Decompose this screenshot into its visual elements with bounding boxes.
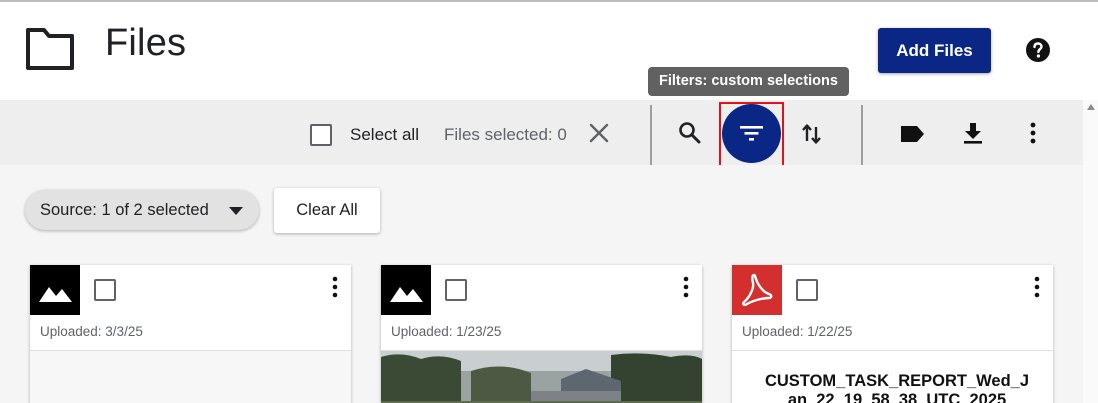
download-icon[interactable] xyxy=(960,120,986,146)
file-preview[interactable] xyxy=(30,351,351,403)
file-card-checkbox[interactable] xyxy=(94,279,116,301)
folder-icon xyxy=(26,28,74,70)
pdf-icon xyxy=(732,265,782,315)
file-card-checkbox[interactable] xyxy=(796,279,818,301)
card-divider xyxy=(732,350,1053,351)
add-files-button[interactable]: Add Files xyxy=(878,28,991,73)
search-icon[interactable] xyxy=(677,120,703,146)
toolbar-divider xyxy=(861,105,863,165)
source-filter-chip[interactable]: Source: 1 of 2 selected xyxy=(25,190,259,230)
tag-icon[interactable] xyxy=(899,121,925,147)
sort-icon[interactable] xyxy=(799,121,825,147)
scrollbar[interactable] xyxy=(1083,100,1098,403)
page-title: Files xyxy=(105,22,187,64)
file-card-checkbox[interactable] xyxy=(445,279,467,301)
more-vert-icon[interactable] xyxy=(327,275,343,299)
upload-date: Uploaded: 1/23/25 xyxy=(391,324,502,339)
clear-all-button[interactable]: Clear All xyxy=(274,188,380,233)
close-icon[interactable] xyxy=(588,122,610,144)
file-card[interactable]: Uploaded: 3/3/25 xyxy=(30,265,351,403)
file-card[interactable]: Uploaded: 1/23/25 xyxy=(381,265,702,403)
photo-thumbnail[interactable] xyxy=(381,351,702,403)
filter-highlight-box xyxy=(719,102,784,168)
more-vert-icon[interactable] xyxy=(678,275,694,299)
image-icon xyxy=(381,265,431,315)
more-vert-icon[interactable] xyxy=(1029,275,1045,299)
help-icon[interactable] xyxy=(1025,37,1051,63)
toolbar-divider xyxy=(650,105,652,165)
upload-date: Uploaded: 3/3/25 xyxy=(40,324,143,339)
select-all-label[interactable]: Select all xyxy=(350,125,419,145)
file-toolbar: Select all Files selected: 0 xyxy=(0,100,1083,168)
chevron-down-icon xyxy=(229,207,243,215)
filter-tooltip: Filters: custom selections xyxy=(648,67,849,96)
scroll-up-arrow-icon[interactable] xyxy=(1086,103,1096,111)
more-vert-icon[interactable] xyxy=(1020,120,1046,146)
file-title[interactable]: CUSTOM_TASK_REPORT_Wed_Jan_22_19_58_38_U… xyxy=(762,372,1032,403)
image-icon xyxy=(30,265,80,315)
page-header: Files Add Files xyxy=(0,2,1098,100)
file-card[interactable]: Uploaded: 1/22/25 CUSTOM_TASK_REPORT_Wed… xyxy=(732,265,1053,403)
select-all-checkbox[interactable] xyxy=(310,124,332,146)
files-selected-count: Files selected: 0 xyxy=(444,125,567,144)
files-content: Source: 1 of 2 selected Clear All Upload… xyxy=(0,165,1083,403)
upload-date: Uploaded: 1/22/25 xyxy=(742,324,853,339)
